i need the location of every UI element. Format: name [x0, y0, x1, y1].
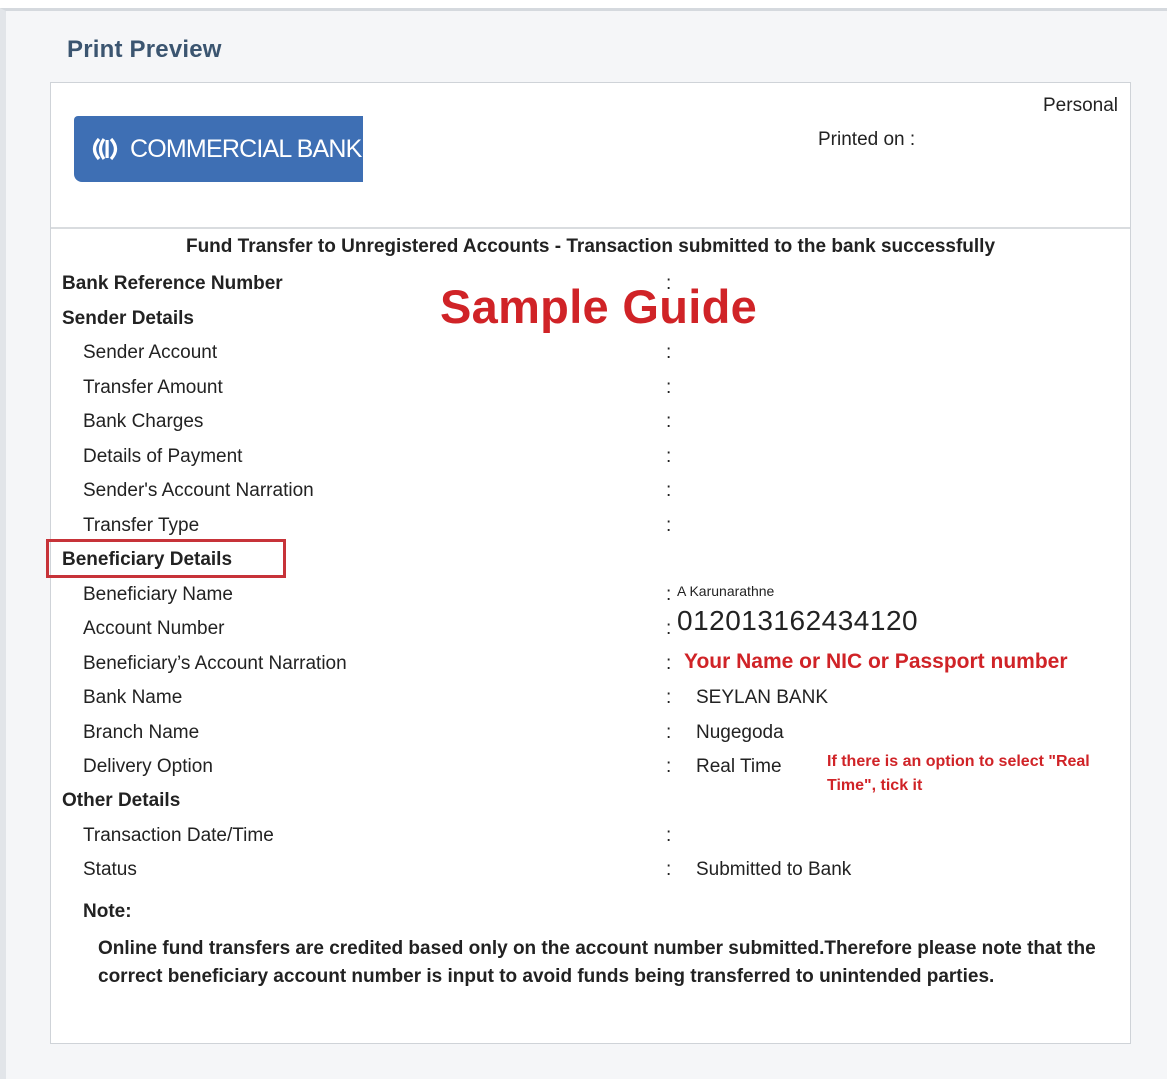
colon: : — [666, 342, 672, 363]
branch-name-value: Nugegoda — [696, 722, 784, 743]
real-time-hint: If there is an option to select "Real Ti… — [827, 753, 1090, 794]
sample-guide-watermark: Sample Guide — [440, 280, 758, 333]
colon: : — [666, 515, 672, 536]
bank-charges-label: Bank Charges — [83, 411, 204, 432]
note-text: Online fund transfers are credited based… — [98, 938, 1096, 987]
beneficiary-name-label: Beneficiary Name — [83, 584, 233, 605]
transfer-amount-label: Transfer Amount — [83, 377, 223, 398]
beneficiary-narration-value: Your Name or NIC or Passport number — [684, 650, 1068, 673]
beneficiary-details-heading: Beneficiary Details — [62, 549, 233, 570]
colon: : — [666, 653, 672, 674]
header-divider — [51, 227, 1130, 229]
colon: : — [666, 859, 672, 880]
beneficiary-name-value: A Karunarathne — [677, 583, 775, 599]
status-value: Submitted to Bank — [696, 859, 852, 880]
colon: : — [666, 377, 672, 398]
colon: : — [666, 618, 672, 639]
sender-account-label: Sender Account — [83, 342, 218, 363]
delivery-option-value: Real Time — [696, 756, 782, 777]
colon: : — [666, 722, 672, 743]
delivery-option-label: Delivery Option — [83, 756, 213, 777]
account-number-value: 012013162434120 — [677, 605, 919, 636]
sender-narration-label: Sender's Account Narration — [83, 480, 314, 501]
bank-logo-text: COMMERCIAL BANK — [130, 134, 362, 163]
details-of-payment-label: Details of Payment — [83, 446, 243, 467]
branch-name-label: Branch Name — [83, 722, 200, 743]
print-sheet: COMMERCIAL BANK Personal Printed on : Fu… — [46, 82, 1131, 1044]
other-details-heading: Other Details — [62, 790, 181, 811]
bank-logo-icon — [92, 137, 118, 161]
note-label: Note: — [83, 901, 132, 922]
colon: : — [666, 411, 672, 432]
printed-on-label: Printed on : — [818, 129, 916, 150]
transfer-type-label: Transfer Type — [83, 515, 200, 536]
colon: : — [666, 756, 672, 777]
colon: : — [666, 480, 672, 501]
sender-details-heading: Sender Details — [62, 308, 194, 329]
bank-reference-label: Bank Reference Number — [62, 273, 283, 294]
bank-name-value: SEYLAN BANK — [696, 687, 828, 708]
colon: : — [666, 584, 672, 605]
transaction-heading: Fund Transfer to Unregistered Accounts -… — [185, 236, 996, 257]
bank-logo: COMMERCIAL BANK — [74, 116, 363, 182]
colon: : — [666, 825, 672, 846]
beneficiary-narration-label: Beneficiary’s Account Narration — [83, 653, 347, 674]
colon: : — [666, 687, 672, 708]
colon: : — [666, 446, 672, 467]
account-number-label: Account Number — [83, 618, 225, 639]
status-label: Status — [83, 859, 137, 880]
transaction-datetime-label: Transaction Date/Time — [83, 825, 274, 846]
page-title: Print Preview — [67, 36, 222, 63]
bank-name-label: Bank Name — [83, 687, 183, 708]
account-type: Personal — [1043, 95, 1118, 116]
